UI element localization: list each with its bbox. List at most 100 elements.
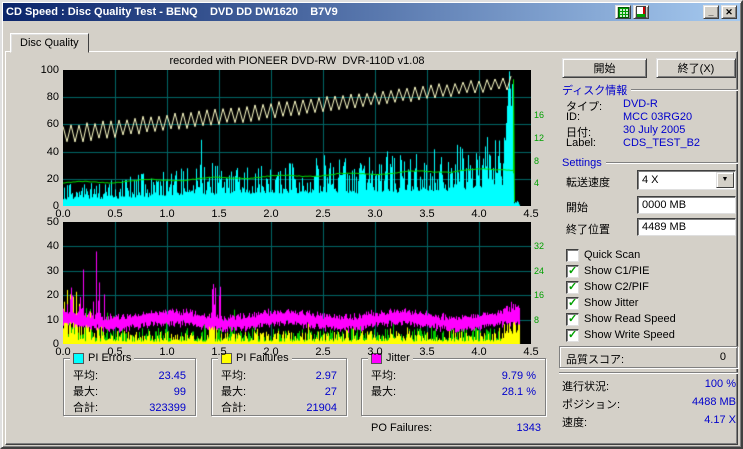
stat-label: 平均: (221, 370, 247, 382)
disc-label-row: Label: CDS_TEST_B2 (566, 137, 701, 149)
checkbox-show-c1-pie[interactable]: Show C1/PIE (566, 264, 649, 278)
close-button[interactable]: ✕ (721, 5, 737, 19)
checkbox-label: Show C1/PIE (584, 265, 650, 277)
right-axis-tick-label: 24 (534, 265, 545, 276)
checkbox-label: Show Read Speed (584, 313, 676, 325)
x-axis-tick-label: 1.5 (211, 208, 227, 220)
disc-date-row: 日付: 30 July 2005 (566, 124, 686, 139)
start-button[interactable]: 開始 (562, 58, 647, 78)
x-axis-tick-label: 2.5 (315, 346, 331, 358)
checkbox-box[interactable] (566, 264, 579, 278)
speed-value-status: 4.17 X (704, 414, 736, 426)
position-value: 4488 MB (691, 396, 736, 408)
right-axis-tick-label: 8 (534, 314, 540, 325)
app-window: CD Speed : Disc Quality Test - BENQ DVD … (0, 0, 743, 449)
y-axis-tick-label: 100 (40, 64, 59, 76)
separator-line (559, 372, 738, 374)
tab-disc-quality[interactable]: Disc Quality (10, 33, 89, 53)
checkbox-box[interactable] (566, 248, 579, 262)
section-divider (631, 88, 738, 91)
stat-row: 平均: 23.45 (64, 369, 195, 385)
pif-jitter-chart (63, 222, 531, 344)
x-axis-tick-label: 4.5 (523, 208, 539, 220)
titlebar-spacer (651, 12, 701, 13)
x-axis-tick-label: 3.5 (419, 346, 435, 358)
jitter-title: Jitter (386, 352, 410, 364)
checkbox-show-write-speed[interactable]: Show Write Speed (566, 328, 675, 342)
pi-errors-stats-box: PI Errors 平均: 23.45 最大: 99 合計: 323399 (63, 351, 196, 417)
progress-value: 100 % (704, 378, 736, 390)
right-axis-tick-label: 8 (534, 155, 540, 166)
stat-label: 合計: (221, 402, 247, 414)
titlebar-doc-icon[interactable] (633, 5, 649, 19)
disc-info-section-header: ディスク情報 (562, 83, 738, 97)
end-position-field[interactable]: 4489 MB (637, 218, 736, 236)
checkbox-show-jitter[interactable]: Show Jitter (566, 296, 638, 310)
stat-value: 23.45 (158, 370, 186, 382)
disc-id-row: ID: MCC 03RG20 (566, 111, 693, 123)
stat-value: 9.79 % (501, 370, 536, 382)
x-axis-tick-label: 3.0 (367, 346, 383, 358)
speed-label-row: 転送速度 (566, 177, 610, 189)
x-axis-tick-label: 1.0 (159, 346, 175, 358)
po-failures-row: PO Failures: 1343 (371, 422, 541, 435)
stat-label: 平均: (73, 370, 99, 382)
y-axis-tick-label: 20 (46, 289, 59, 302)
x-axis-tick-label: 0.5 (107, 208, 123, 220)
checkbox-quick-scan[interactable]: Quick Scan (566, 248, 640, 262)
x-axis-tick-label: 0.0 (55, 346, 71, 358)
stat-label: 最大: (73, 386, 99, 398)
stat-row: 平均: 9.79 % (362, 369, 545, 385)
y-axis-tick-label: 40 (46, 145, 59, 158)
quality-score-value-row: 0 (606, 351, 726, 364)
start-label-row: 開始 (566, 202, 588, 214)
stat-value: 2.97 (315, 370, 337, 382)
progress-row: 進行状況: 100 % (562, 378, 736, 393)
titlebar[interactable]: CD Speed : Disc Quality Test - BENQ DVD … (3, 3, 740, 21)
stat-label: 平均: (371, 370, 397, 382)
stat-value: 99 (173, 386, 186, 398)
checkbox-box[interactable] (566, 280, 579, 294)
recorded-note: recorded with PIONEER DVD-RW DVR-110D v1… (169, 55, 425, 67)
stat-row: 合計: 323399 (64, 401, 195, 417)
x-axis-tick-label: 2.5 (315, 208, 331, 220)
settings-section-header: Settings (562, 156, 738, 169)
checkbox-box[interactable] (566, 328, 579, 342)
start-position-field[interactable]: 0000 MB (637, 196, 736, 214)
stat-label: 最大: (221, 386, 247, 398)
stat-value: 323399 (149, 402, 186, 414)
y-axis-tick-label: 30 (46, 264, 59, 277)
settings-title: Settings (562, 156, 602, 169)
checkbox-show-c2-pif[interactable]: Show C2/PIF (566, 280, 649, 294)
y-axis-tick-label: 80 (46, 91, 59, 104)
y-axis-tick-label: 60 (46, 118, 59, 131)
stat-label: 合計: (73, 402, 99, 414)
disc-type-row: タイプ: DVD-R (566, 98, 658, 113)
checkbox-box[interactable] (566, 312, 579, 326)
speed-select[interactable]: 4 X ▼ (637, 170, 736, 190)
x-axis-tick-label: 1.0 (159, 208, 175, 220)
stat-row: 合計: 21904 (212, 401, 346, 417)
end-label-row: 終了位置 (566, 224, 610, 236)
checkbox-show-read-speed[interactable]: Show Read Speed (566, 312, 676, 326)
stat-row: 最大: 27 (212, 385, 346, 401)
right-axis-tick-label: 4 (534, 178, 540, 189)
titlebar-grid-icon[interactable] (615, 5, 631, 19)
checkbox-box[interactable] (566, 296, 579, 310)
grid-icon (617, 6, 629, 18)
x-axis-tick-label: 3.0 (367, 208, 383, 220)
x-axis-tick-label: 4.0 (471, 208, 487, 220)
x-axis-tick-label: 3.5 (419, 208, 435, 220)
exit-button[interactable]: 終了(X) (656, 58, 736, 78)
right-axis-tick-label: 16 (534, 290, 545, 301)
x-axis-tick-label: 1.5 (211, 346, 227, 358)
right-axis-tick-label: 32 (534, 241, 545, 252)
stat-row: 最大: 28.1 % (362, 385, 545, 401)
minimize-button[interactable]: _ (703, 5, 719, 19)
pie-jitter-speed-chart (63, 70, 531, 206)
checkbox-label: Show Write Speed (584, 329, 675, 341)
chevron-down-icon[interactable]: ▼ (716, 172, 734, 188)
stat-value: 27 (324, 386, 337, 398)
y-axis-tick-label: 10 (46, 313, 59, 326)
quality-score-value: 0 (719, 351, 726, 363)
